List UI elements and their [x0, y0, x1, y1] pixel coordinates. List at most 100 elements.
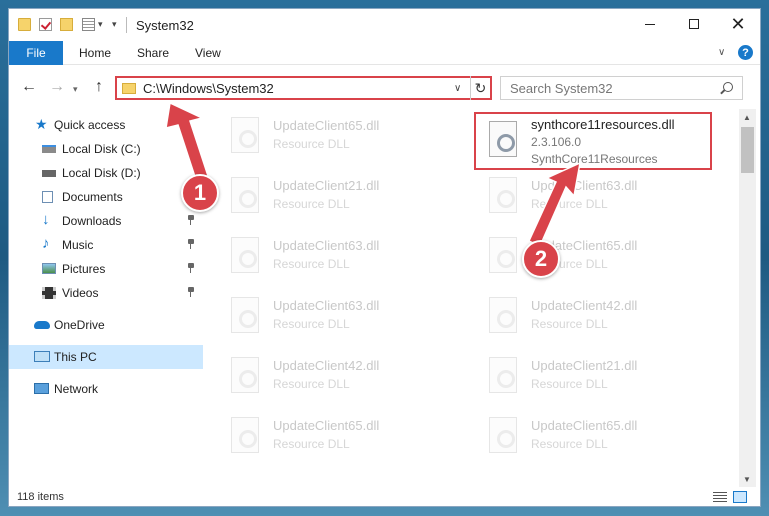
scroll-down-icon[interactable]: ▼	[743, 475, 751, 484]
address-bar[interactable]: C:\Windows\System32 ∨ ↻	[115, 76, 492, 100]
sidebar-item-videos[interactable]: Videos	[9, 281, 203, 305]
file-type: Resource DLL	[273, 377, 350, 391]
sidebar-item-label: This PC	[54, 350, 97, 364]
music-icon: ♪	[42, 235, 50, 252]
dll-file-icon	[231, 117, 259, 153]
list-item[interactable]: UpdateClient42.dll Resource DLL	[477, 289, 707, 345]
refresh-icon[interactable]: ↻	[470, 76, 490, 100]
pictures-icon	[42, 263, 56, 274]
close-icon: ✕	[730, 14, 746, 34]
list-item[interactable]: UpdateClient65.dll Resource DLL	[477, 409, 707, 465]
up-arrow-icon[interactable]: ↑	[95, 78, 103, 96]
maximize-button[interactable]	[672, 9, 716, 39]
file-name: UpdateClient63.dll	[531, 178, 638, 193]
status-bar: 118 items	[9, 487, 760, 506]
tab-share[interactable]: Share	[137, 46, 169, 60]
sidebar-item-this-pc[interactable]: This PC	[9, 345, 203, 369]
sidebar-item-label: Network	[54, 382, 99, 396]
navigation-bar: ← → ▾ ↑ C:\Windows\System32 ∨ ↻ Search S…	[9, 67, 760, 107]
file-type: Resource DLL	[531, 437, 608, 451]
customize-toolbar-icon[interactable]: ▾	[112, 19, 117, 30]
search-input[interactable]: Search System32	[500, 76, 743, 100]
sidebar-item-network[interactable]: Network	[9, 377, 203, 401]
sidebar-item-local-disk-c[interactable]: Local Disk (C:)	[9, 137, 203, 161]
properties-check-icon[interactable]	[39, 18, 52, 31]
pin-icon[interactable]	[187, 215, 195, 225]
pin-icon[interactable]	[187, 287, 195, 297]
recent-locations-icon[interactable]: ▾	[73, 84, 78, 95]
minimize-icon	[645, 23, 655, 25]
vertical-scrollbar[interactable]: ▲ ▼	[739, 109, 756, 487]
tab-home[interactable]: Home	[79, 46, 111, 60]
file-type: Resource DLL	[273, 137, 350, 151]
back-arrow-icon[interactable]: ←	[21, 78, 37, 96]
close-button[interactable]: ✕	[716, 9, 760, 39]
file-name: UpdateClient42.dll	[273, 358, 380, 373]
sidebar-item-label: Local Disk (D:)	[62, 166, 141, 180]
sidebar-item-onedrive[interactable]: OneDrive	[9, 313, 203, 337]
file-name: UpdateClient63.dll	[273, 298, 380, 313]
sidebar-item-label: OneDrive	[54, 318, 105, 332]
dll-file-icon	[489, 357, 517, 393]
videos-icon	[42, 287, 56, 299]
file-type: Resource DLL	[273, 197, 350, 211]
sidebar-item-label: Downloads	[62, 214, 122, 228]
scroll-up-icon[interactable]: ▲	[743, 113, 751, 122]
minimize-button[interactable]	[628, 9, 672, 39]
list-view-icon[interactable]	[82, 18, 95, 31]
list-item[interactable]: UpdateClient65.dll Resource DLL	[477, 229, 707, 285]
search-placeholder: Search System32	[510, 81, 613, 96]
list-item[interactable]: UpdateClient42.dll Resource DLL	[219, 349, 449, 405]
tab-file[interactable]: File	[9, 41, 63, 65]
dll-file-icon	[231, 357, 259, 393]
address-path[interactable]: C:\Windows\System32	[143, 81, 274, 96]
file-name: UpdateClient42.dll	[531, 298, 638, 313]
chevron-down-icon[interactable]: ∨	[454, 83, 461, 94]
title-bar: ▾ ▾ System32 ✕	[9, 9, 760, 41]
file-name: UpdateClient65.dll	[273, 418, 380, 433]
list-item[interactable]: UpdateClient21.dll Resource DLL	[219, 169, 449, 225]
file-name: UpdateClient65.dll	[531, 418, 638, 433]
file-type: Resource DLL	[273, 437, 350, 451]
pin-icon[interactable]	[187, 263, 195, 273]
list-item[interactable]: UpdateClient63.dll Resource DLL	[219, 229, 449, 285]
dll-file-icon	[231, 237, 259, 273]
sidebar-item-downloads[interactable]: ↓ Downloads	[9, 209, 203, 233]
details-view-icon[interactable]	[713, 492, 727, 503]
sidebar-item-pictures[interactable]: Pictures	[9, 257, 203, 281]
search-icon[interactable]	[723, 82, 733, 92]
new-folder-icon[interactable]	[60, 18, 73, 31]
dll-file-icon	[489, 417, 517, 453]
navigation-pane: ★ Quick access Local Disk (C:) Local Dis…	[9, 109, 209, 479]
sidebar-item-music[interactable]: ♪ Music	[9, 233, 203, 257]
sidebar-item-documents[interactable]: Documents	[9, 185, 203, 209]
sidebar-item-label: Quick access	[54, 118, 126, 132]
scroll-thumb[interactable]	[741, 127, 754, 173]
list-item[interactable]: UpdateClient21.dll Resource DLL	[477, 349, 707, 405]
ribbon-expand-icon[interactable]: ∨	[718, 47, 725, 58]
sidebar-item-local-disk-d[interactable]: Local Disk (D:)	[9, 161, 203, 185]
help-icon[interactable]: ?	[738, 45, 753, 60]
list-item[interactable]: UpdateClient65.dll Resource DLL	[219, 409, 449, 465]
title-separator	[126, 17, 127, 33]
file-name: UpdateClient21.dll	[531, 358, 638, 373]
list-item[interactable]: UpdateClient63.dll Resource DLL	[219, 289, 449, 345]
chevron-down-icon[interactable]: ▾	[98, 19, 103, 30]
forward-arrow-icon[interactable]: →	[49, 78, 65, 96]
file-type: Resource DLL	[531, 197, 608, 211]
tiles-view-icon[interactable]	[733, 491, 747, 503]
list-item[interactable]: UpdateClient63.dll Resource DLL	[477, 169, 707, 225]
dll-file-icon	[489, 237, 517, 273]
dll-file-icon	[231, 297, 259, 333]
sidebar-item-label: Pictures	[62, 262, 106, 276]
list-item[interactable]: UpdateClient65.dll Resource DLL	[219, 109, 449, 165]
tab-view[interactable]: View	[195, 46, 221, 60]
sidebar-item-label: Music	[62, 238, 94, 252]
sidebar-item-quick-access[interactable]: ★ Quick access	[9, 113, 203, 137]
dll-file-icon	[231, 417, 259, 453]
step-marker-1: 1	[181, 174, 219, 212]
step-marker-2: 2	[522, 240, 560, 278]
folder-icon[interactable]	[18, 18, 31, 31]
download-icon: ↓	[42, 211, 50, 228]
pin-icon[interactable]	[187, 239, 195, 249]
